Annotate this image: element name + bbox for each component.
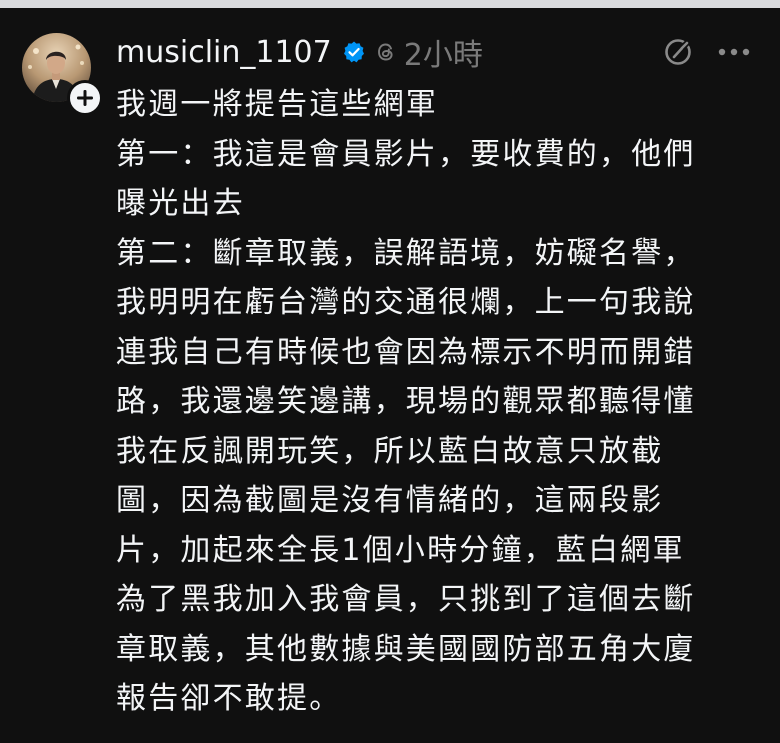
post-text-line: 第一：我這是會員影片，要收費的，他們 (116, 136, 696, 172)
more-horizontal-icon[interactable] (716, 36, 752, 68)
threads-logo-icon (374, 40, 398, 64)
post-header: musiclin_1107 2小時 (116, 31, 483, 74)
verified-badge-icon (342, 40, 366, 64)
post-text-line: 曝光出去 (116, 186, 245, 221)
post-text-line: 圖，因為截圖是沒有情緒的，這兩段影 (116, 483, 664, 518)
post-text-line: 我週一將提告這些網軍 (116, 87, 438, 122)
post-body: 我週一將提告這些網軍 第一：我這是會員影片，要收費的，他們 曝光出去 第二：斷章… (116, 80, 766, 724)
post-text-line: 我在反諷開玩笑，所以藍白故意只放截 (116, 433, 664, 469)
post-text-line: 我明明在虧台灣的交通很爛，上一句我說 (116, 285, 696, 320)
post-time: 2小時 (403, 38, 483, 73)
post-text-line: 連我自己有時候也會因為標示不明而開錯 (116, 334, 696, 370)
username-link[interactable]: musiclin_1107 (116, 35, 332, 70)
post-text-line: 章取義，其他數據與美國國防部五角大廈 (116, 631, 696, 667)
threads-post-screen: musiclin_1107 2小時 我週一將提告這些網軍 第一：我這是會員影片，… (0, 0, 780, 743)
top-status-strip (0, 0, 780, 8)
post-text-line: 片，加起來全長1個小時分鐘，藍白網軍 (116, 532, 685, 568)
post-text-line: 路，我還邊笑邊講，現場的觀眾都聽得懂 (116, 384, 696, 419)
post-text-line: 報告卻不敢提。 (116, 681, 342, 716)
post-text-line: 為了黑我加入我會員，只挑到了這個去斷 (116, 582, 696, 617)
follow-button[interactable] (67, 80, 103, 116)
edit-slash-icon[interactable] (663, 36, 695, 68)
plus-icon (77, 90, 93, 106)
post-text-line: 第二：斷章取義，誤解語境，妨礙名譽， (116, 235, 696, 271)
